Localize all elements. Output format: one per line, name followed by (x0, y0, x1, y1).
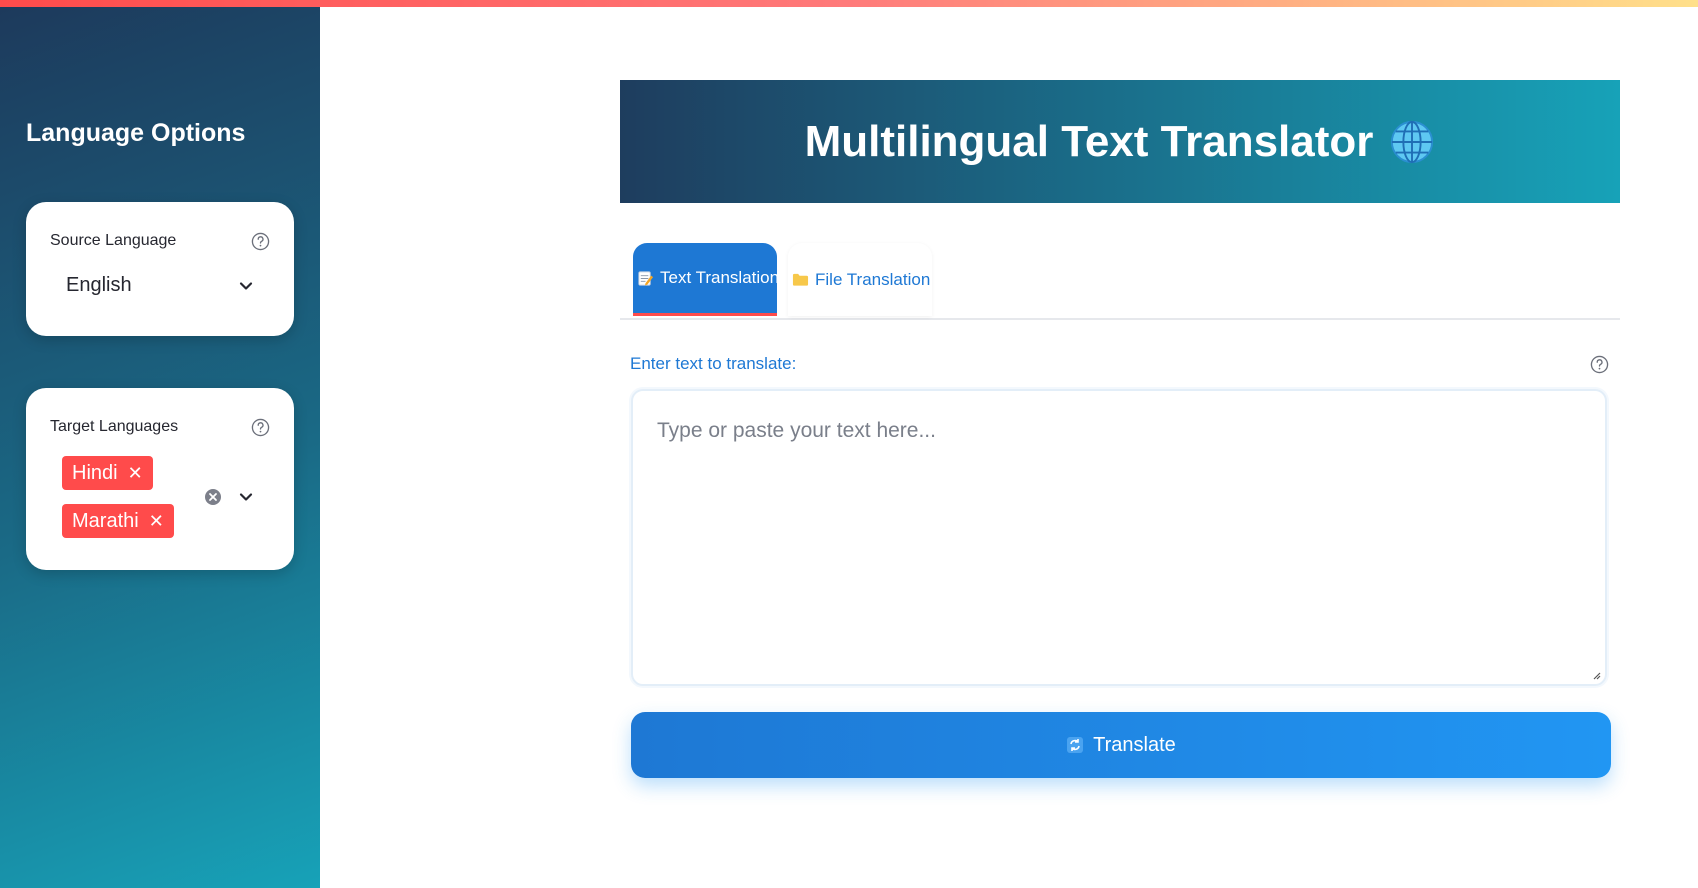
refresh-icon (1067, 737, 1084, 753)
memo-icon (638, 270, 654, 286)
source-language-value: English (66, 274, 132, 296)
tab-label: File Translation (815, 269, 931, 289)
language-tag-label: Hindi (72, 462, 118, 484)
app-header: Multilingual Text Translator (620, 80, 1620, 203)
target-languages-label: Target Languages (50, 418, 179, 435)
text-input-area[interactable]: Type or paste your text here... (631, 389, 1607, 686)
input-label: Enter text to translate: (630, 354, 797, 373)
translate-button-label: Translate (1093, 733, 1176, 756)
sidebar: Language Options Source Language English… (0, 7, 320, 888)
tab-label: Text Translation (660, 268, 777, 287)
page-title: Multilingual Text Translator (804, 116, 1374, 166)
remove-tag-icon[interactable]: ✕ (128, 463, 143, 483)
target-languages-card: Target Languages Hindi ✕ Marathi ✕ (26, 388, 294, 570)
sidebar-title: Language Options (26, 119, 246, 147)
chevron-down-icon[interactable] (238, 278, 254, 294)
chevron-down-icon[interactable] (238, 489, 254, 505)
help-icon[interactable] (251, 232, 270, 251)
remove-tag-icon[interactable]: ✕ (149, 511, 164, 531)
tab-text-translation[interactable]: Text Translation (633, 243, 777, 316)
source-language-label: Source Language (50, 232, 177, 249)
clear-all-icon[interactable] (204, 488, 222, 506)
source-language-card: Source Language English (26, 202, 294, 336)
language-tag-label: Marathi (72, 510, 139, 532)
folder-icon (792, 273, 809, 286)
tab-file-translation[interactable]: File Translation (788, 243, 932, 316)
tab-bar: Text Translation File Translation (620, 243, 1620, 320)
help-icon[interactable] (251, 418, 270, 437)
text-input-placeholder: Type or paste your text here... (657, 419, 936, 442)
translate-button[interactable]: Translate (631, 712, 1611, 778)
language-tag-marathi: Marathi ✕ (62, 504, 174, 538)
language-tag-hindi: Hindi ✕ (62, 456, 153, 490)
globe-icon (1391, 120, 1434, 163)
resize-handle-icon[interactable] (1591, 670, 1601, 680)
top-accent-bar (0, 0, 1698, 7)
help-icon[interactable] (1590, 355, 1609, 374)
